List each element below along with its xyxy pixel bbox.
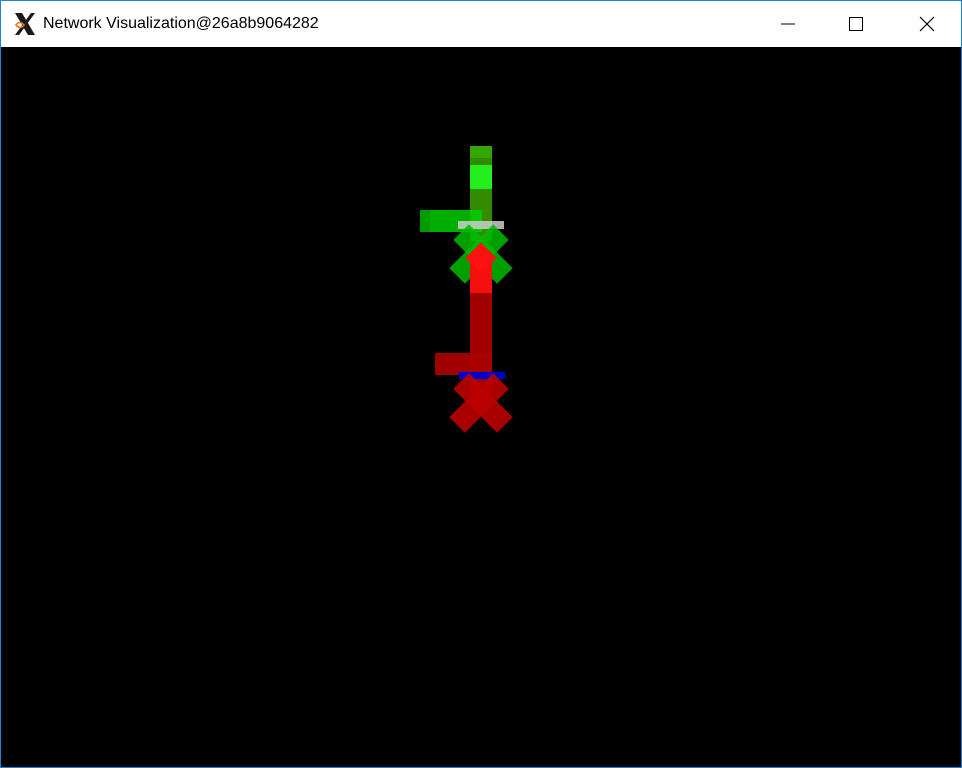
upper-figure-arm-dark bbox=[420, 210, 430, 232]
upper-figure-spine-top bbox=[470, 146, 492, 158]
maximize-button[interactable] bbox=[833, 1, 879, 47]
close-button[interactable] bbox=[904, 1, 950, 47]
upper-figure bbox=[420, 146, 513, 284]
window-title: Network Visualization@26a8b9064282 bbox=[43, 15, 319, 32]
title-bar[interactable]: Network Visualization@26a8b9064282 bbox=[1, 1, 961, 47]
app-window: Network Visualization@26a8b9064282 bbox=[0, 0, 962, 768]
minimize-icon bbox=[781, 23, 795, 25]
visualization-canvas[interactable] bbox=[1, 47, 961, 767]
upper-figure-marker bbox=[458, 221, 504, 229]
minimize-button[interactable] bbox=[765, 1, 811, 47]
close-icon bbox=[919, 16, 935, 32]
x11-app-icon bbox=[14, 13, 35, 35]
lower-figure-arm bbox=[435, 353, 491, 375]
maximize-icon bbox=[849, 17, 863, 31]
upper-figure-spine-highlight bbox=[470, 165, 492, 189]
network-drawing bbox=[420, 146, 513, 433]
